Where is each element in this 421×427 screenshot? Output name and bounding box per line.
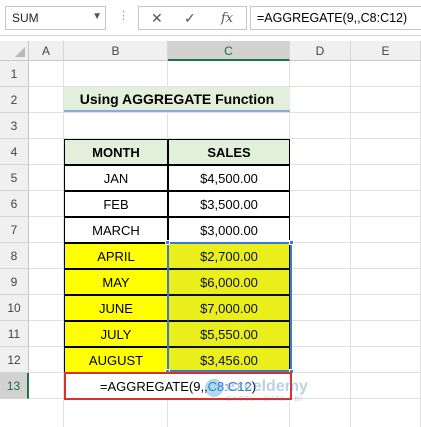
- row-header-1[interactable]: 1: [0, 61, 29, 87]
- sales-cell[interactable]: $6,000.00: [168, 269, 290, 295]
- active-cell-formula[interactable]: =AGGREGATE(9,, C8:C12): [64, 372, 292, 400]
- row-header-13[interactable]: 13: [0, 373, 29, 399]
- month-cell[interactable]: APRIL: [64, 243, 168, 269]
- row-header-3[interactable]: 3: [0, 113, 29, 139]
- sheet-title[interactable]: Using AGGREGATE Function: [64, 87, 290, 112]
- month-cell[interactable]: JAN: [64, 165, 168, 191]
- column-header-c[interactable]: C: [168, 41, 290, 61]
- month-cell[interactable]: MAY: [64, 269, 168, 295]
- enter-icon[interactable]: ✓: [184, 10, 196, 27]
- month-cell[interactable]: MARCH: [64, 217, 168, 243]
- sales-cell[interactable]: $7,000.00: [168, 295, 290, 321]
- month-cell[interactable]: FEB: [64, 191, 168, 217]
- sales-cell[interactable]: $4,500.00: [168, 165, 290, 191]
- row-header-6[interactable]: 6: [0, 191, 29, 217]
- row-header-12[interactable]: 12: [0, 347, 29, 373]
- select-all-corner[interactable]: [0, 41, 29, 61]
- sales-cell[interactable]: $3,500.00: [168, 191, 290, 217]
- gridline-horizontal: [29, 112, 421, 113]
- name-box[interactable]: SUM ▼: [5, 6, 106, 30]
- chevron-down-icon[interactable]: ▼: [92, 11, 102, 22]
- column-header-e[interactable]: E: [351, 41, 421, 61]
- month-cell[interactable]: AUGUST: [64, 347, 168, 373]
- name-box-value: SUM: [12, 11, 39, 25]
- row-header-8[interactable]: 8: [0, 243, 29, 269]
- formula-range-ref: C8:C12: [207, 378, 252, 394]
- column-header-a[interactable]: A: [29, 41, 64, 61]
- sales-cell[interactable]: $3,456.00: [168, 347, 290, 373]
- sales-cell[interactable]: $2,700.00: [168, 243, 290, 269]
- row-header-7[interactable]: 7: [0, 217, 29, 243]
- row-header-9[interactable]: 9: [0, 269, 29, 295]
- drag-handle-icon[interactable]: ⋮: [118, 9, 129, 22]
- sales-header[interactable]: SALES: [168, 139, 290, 165]
- month-cell[interactable]: JUNE: [64, 295, 168, 321]
- row-header-2[interactable]: 2: [0, 87, 29, 113]
- formula-input[interactable]: =AGGREGATE(9,,C8:C12): [250, 6, 421, 30]
- row-header-4[interactable]: 4: [0, 139, 29, 165]
- formula-prefix: =AGGREGATE(9,,: [99, 378, 208, 394]
- column-header-d[interactable]: D: [290, 41, 351, 61]
- row-header-11[interactable]: 11: [0, 321, 29, 347]
- sales-cell[interactable]: $3,000.00: [168, 217, 290, 243]
- row-header-10[interactable]: 10: [0, 295, 29, 321]
- gridline-vertical: [350, 61, 351, 427]
- formula-suffix: ): [251, 378, 257, 394]
- column-header-b[interactable]: B: [64, 41, 168, 61]
- formula-bar: SUM ▼ ⋮ ✕ ✓ fx =AGGREGATE(9,,C8:C12): [0, 0, 421, 36]
- row-header-5[interactable]: 5: [0, 165, 29, 191]
- month-header[interactable]: MONTH: [64, 139, 168, 165]
- month-cell[interactable]: JULY: [64, 321, 168, 347]
- sales-cell[interactable]: $5,550.00: [168, 321, 290, 347]
- cancel-icon[interactable]: ✕: [151, 10, 163, 27]
- formula-buttons: ✕ ✓ fx: [138, 6, 247, 30]
- insert-function-icon[interactable]: fx: [221, 11, 233, 26]
- formula-text: =AGGREGATE(9,,C8:C12): [257, 11, 408, 25]
